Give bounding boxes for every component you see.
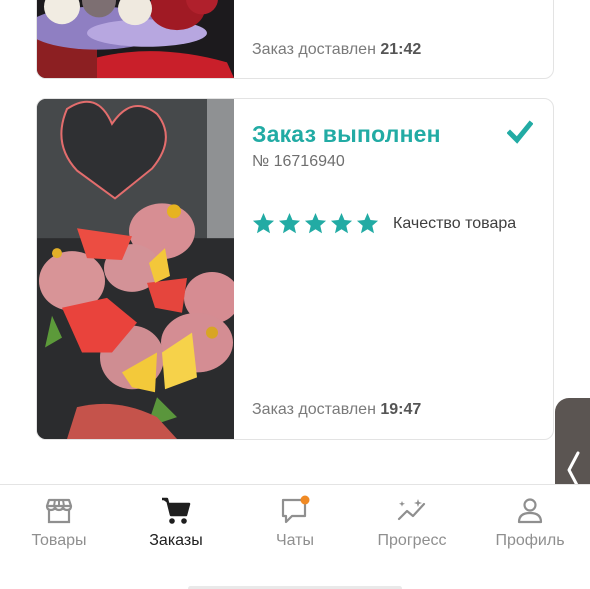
bottom-tab-bar: Товары Заказы Чаты Прогресс Профиль <box>0 484 590 589</box>
star-icon[interactable] <box>278 212 301 235</box>
tab-products[interactable]: Товары <box>1 495 117 550</box>
notification-dot <box>300 495 310 505</box>
star-icon[interactable] <box>356 212 379 235</box>
progress-icon <box>397 499 426 521</box>
tab-orders[interactable]: Заказы <box>118 495 234 550</box>
order-photo <box>37 0 234 78</box>
profile-icon <box>517 498 543 524</box>
order-status: Заказ выполнен <box>252 121 441 147</box>
delivery-time: Заказ доставлен 19:47 <box>252 401 422 418</box>
cart-icon <box>162 497 191 524</box>
rating-stars[interactable] <box>252 212 379 235</box>
star-icon[interactable] <box>252 212 275 235</box>
star-icon[interactable] <box>304 212 327 235</box>
tab-progress[interactable]: Прогресс <box>354 495 470 550</box>
order-card[interactable]: Заказ доставлен 21:42 <box>36 0 554 79</box>
product-rating[interactable]: Качество товара <box>252 212 516 235</box>
tab-chats[interactable]: Чаты <box>237 495 353 550</box>
delivery-time: Заказ доставлен 21:42 <box>252 41 422 58</box>
chat-icon <box>281 495 310 524</box>
star-icon[interactable] <box>330 212 353 235</box>
order-photo <box>37 99 234 439</box>
order-number: № 16716940 <box>252 153 345 170</box>
order-card[interactable]: Заказ выполнен № 16716940 Качество товар… <box>36 98 554 440</box>
store-icon <box>45 498 73 524</box>
check-icon <box>507 120 533 144</box>
tab-profile[interactable]: Профиль <box>472 495 588 550</box>
rating-label: Качество товара <box>393 214 517 232</box>
